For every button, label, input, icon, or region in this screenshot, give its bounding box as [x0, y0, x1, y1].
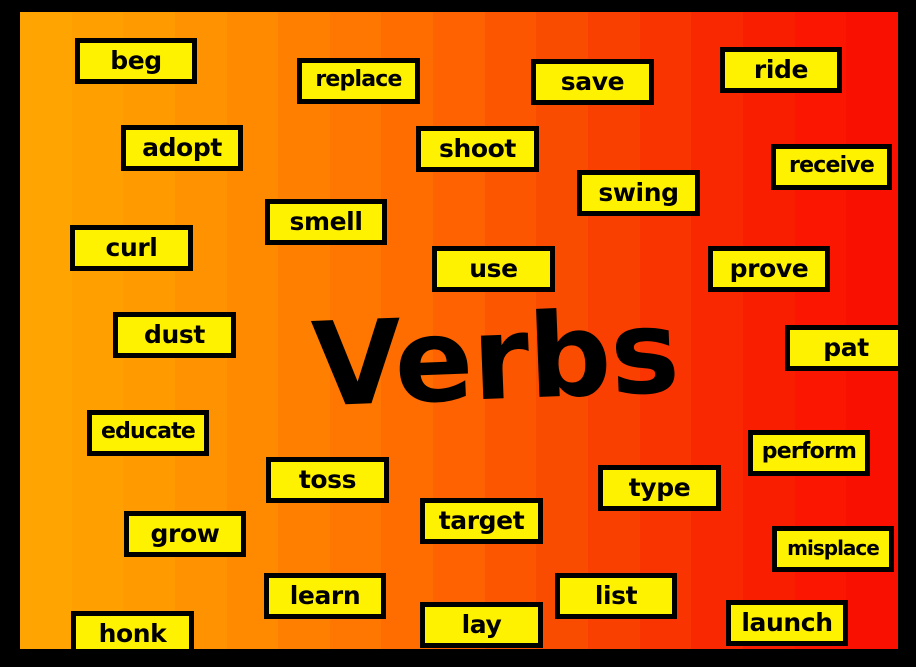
word-card-launch[interactable]: launch: [726, 600, 848, 646]
page-title: Verbs: [309, 284, 681, 434]
word-card-toss[interactable]: toss: [266, 457, 389, 503]
word-card-shoot[interactable]: shoot: [416, 126, 539, 172]
word-card-pat[interactable]: pat: [785, 325, 898, 371]
word-card-label: honk: [98, 618, 167, 648]
word-card-label: type: [628, 472, 691, 502]
word-card-adopt[interactable]: adopt: [121, 125, 243, 171]
word-card-label: smell: [289, 206, 363, 236]
word-card-label: ride: [753, 54, 809, 84]
word-card-label: swing: [598, 177, 679, 207]
word-card-target[interactable]: target: [420, 498, 543, 544]
word-card-replace[interactable]: replace: [297, 58, 420, 104]
word-card-label: curl: [105, 232, 158, 262]
word-card-label: lay: [461, 609, 502, 639]
word-card-label: educate: [100, 419, 196, 444]
word-card-type[interactable]: type: [598, 465, 721, 511]
word-card-label: list: [594, 580, 638, 610]
gradient-band-0: [20, 12, 72, 649]
word-card-dust[interactable]: dust: [113, 312, 236, 358]
word-card-swing[interactable]: swing: [577, 170, 700, 216]
word-card-label: perform: [761, 439, 857, 464]
gradient-band-13: [691, 12, 743, 649]
word-card-grow[interactable]: grow: [124, 511, 246, 557]
word-card-label: save: [560, 66, 625, 96]
word-card-use[interactable]: use: [432, 246, 555, 292]
word-card-save[interactable]: save: [531, 59, 654, 105]
word-card-label: receive: [789, 153, 875, 178]
word-card-label: launch: [741, 607, 833, 637]
word-card-label: target: [438, 505, 525, 535]
word-card-misplace[interactable]: misplace: [772, 526, 894, 572]
word-card-perform[interactable]: perform: [748, 430, 870, 476]
word-card-label: dust: [144, 319, 205, 349]
word-card-label: beg: [110, 45, 162, 75]
word-card-label: misplace: [787, 536, 880, 560]
word-card-learn[interactable]: learn: [264, 573, 386, 619]
poster-canvas: Verbs beg replace save ride adopt shoot receiv…: [20, 12, 898, 649]
word-card-receive[interactable]: receive: [771, 144, 892, 190]
word-card-educate[interactable]: educate: [87, 410, 209, 456]
word-card-list[interactable]: list: [555, 573, 677, 619]
word-card-label: prove: [729, 253, 809, 283]
word-card-honk[interactable]: honk: [71, 611, 194, 649]
word-card-ride[interactable]: ride: [720, 47, 842, 93]
word-card-label: use: [469, 253, 518, 283]
word-card-beg[interactable]: beg: [75, 38, 197, 84]
word-card-label: adopt: [142, 132, 222, 162]
word-card-label: grow: [150, 518, 220, 548]
word-card-curl[interactable]: curl: [70, 225, 193, 271]
word-card-label: toss: [298, 464, 357, 494]
word-card-label: learn: [289, 580, 361, 610]
word-card-prove[interactable]: prove: [708, 246, 830, 292]
word-card-label: shoot: [439, 133, 516, 163]
word-card-label: replace: [315, 67, 402, 92]
word-card-lay[interactable]: lay: [420, 602, 543, 648]
word-card-smell[interactable]: smell: [265, 199, 387, 245]
poster-frame: Verbs beg replace save ride adopt shoot receiv…: [0, 0, 916, 667]
word-card-label: pat: [823, 332, 869, 362]
